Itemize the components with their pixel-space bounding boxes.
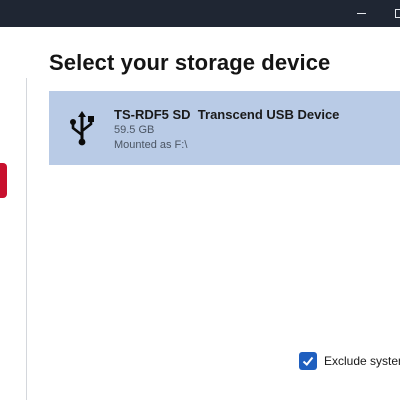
sidebar-divider bbox=[26, 78, 27, 400]
device-size: 59.5 GB bbox=[114, 124, 155, 136]
device-name: TS-RDF5 SD Transcend USB Device bbox=[114, 107, 340, 122]
sidebar-active-tab[interactable] bbox=[0, 163, 7, 198]
page-title: Select your storage device bbox=[49, 50, 331, 75]
device-item[interactable]: TS-RDF5 SD Transcend USB Device 59.5 GB … bbox=[49, 91, 400, 165]
exclude-system-checkbox[interactable] bbox=[299, 352, 317, 370]
minimize-icon[interactable] bbox=[357, 13, 366, 14]
checkmark-icon bbox=[302, 356, 314, 366]
title-bar bbox=[0, 0, 400, 27]
maximize-icon[interactable] bbox=[395, 9, 400, 18]
usb-icon bbox=[67, 111, 97, 147]
exclude-system-label: Exclude system bbox=[324, 354, 400, 368]
device-mount-point: Mounted as F:\ bbox=[114, 139, 188, 151]
